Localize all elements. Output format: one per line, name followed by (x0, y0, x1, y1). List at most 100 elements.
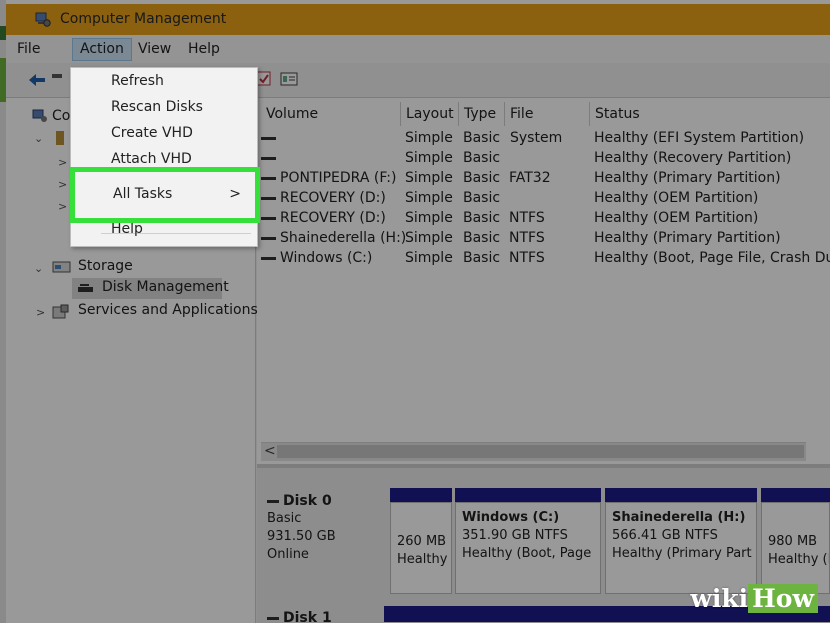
volume-icon (261, 216, 276, 220)
chevron-right-icon[interactable]: > (58, 156, 67, 169)
volume-status: Healthy (Primary Partition) (594, 230, 781, 246)
menu-item-help[interactable]: Help (111, 221, 143, 237)
partition-size: 351.90 GB NTFS (462, 528, 568, 543)
partition-windows[interactable]: Windows (C:) 351.90 GB NTFS Healthy (Boo… (455, 502, 601, 594)
chevron-right-icon[interactable]: > (36, 306, 45, 319)
disk-0-info[interactable]: Disk 0 Basic 931.50 GB Online (267, 492, 385, 564)
back-arrow-icon[interactable] (28, 73, 46, 87)
volume-icon (261, 176, 276, 180)
volume-icon (261, 156, 276, 160)
volume-layout: Simple (405, 190, 453, 206)
partition-size: 566.41 GB NTFS (612, 528, 718, 543)
horizontal-scrollbar[interactable]: < (261, 442, 806, 461)
disk-0-size: 931.50 GB (267, 529, 336, 544)
all-tasks-highlight[interactable]: All Tasks > (70, 167, 260, 223)
column-volume[interactable]: Volume (261, 102, 401, 126)
column-layout[interactable]: Layout (401, 102, 459, 126)
chevron-right-icon[interactable]: > (58, 178, 67, 191)
partition-status: Healthy (Boot, Page (462, 546, 592, 561)
tree-services[interactable]: Services and Applications (78, 302, 258, 318)
column-file-system[interactable]: File System (505, 102, 590, 146)
volume-name (261, 130, 280, 146)
table-row[interactable]: Simple Basic Healthy (EFI System Partiti… (257, 129, 830, 149)
window-title: Computer Management (60, 11, 227, 27)
chevron-right-icon[interactable]: > (58, 200, 67, 213)
volume-status: Healthy (EFI System Partition) (594, 130, 805, 146)
partition-0[interactable]: 260 MB Healthy (390, 502, 452, 594)
partition-bar (761, 488, 830, 502)
volume-status: Healthy (Recovery Partition) (594, 150, 792, 166)
disk-icon (267, 616, 279, 620)
volume-layout: Simple (405, 230, 453, 246)
partition-name: Windows (C:) (462, 510, 560, 525)
system-tools-icon (56, 131, 64, 145)
menu-item-rescan-disks[interactable]: Rescan Disks (111, 99, 203, 115)
menu-help[interactable]: Help (181, 39, 227, 60)
scrollbar-thumb[interactable] (277, 445, 804, 458)
table-row[interactable]: Shainederella (H:) Simple Basic NTFS Hea… (257, 229, 830, 249)
wikihow-watermark: wiki How (690, 584, 818, 613)
disk-0-state: Online (267, 547, 309, 562)
table-row[interactable]: RECOVERY (D:) Simple Basic NTFS Healthy … (257, 209, 830, 229)
watermark-wiki: wiki (690, 584, 749, 613)
partition-name: Shainederella (H:) (612, 510, 746, 525)
volume-layout: Simple (405, 130, 453, 146)
volume-icon (261, 256, 276, 260)
title-bar: Computer Management (6, 4, 830, 35)
disk-0-name: Disk 0 (267, 492, 385, 510)
volume-name (261, 150, 280, 166)
volume-fs: NTFS (509, 230, 545, 246)
computer-management-icon (35, 12, 51, 27)
scroll-left-icon[interactable]: < (264, 443, 276, 459)
volume-type: Basic (463, 210, 501, 226)
menu-view[interactable]: View (131, 39, 178, 60)
table-row[interactable]: Simple Basic Healthy (Recovery Partition… (257, 149, 830, 169)
partition-size: 980 MB (768, 534, 818, 549)
tree-disk-management-selected[interactable]: Disk Management (72, 278, 229, 299)
computer-management-tree-icon (32, 109, 47, 122)
volume-list: Volume Layout Type File System Status Si… (257, 98, 830, 464)
forward-arrow-icon[interactable] (52, 74, 62, 78)
menu-item-attach-vhd[interactable]: Attach VHD (111, 151, 192, 167)
table-row[interactable]: RECOVERY (D:) Simple Basic Healthy (OEM … (257, 189, 830, 209)
watermark-how: How (748, 584, 818, 613)
volume-icon (261, 136, 276, 140)
partition-bar (390, 488, 452, 502)
volume-type: Basic (463, 170, 501, 186)
partition-status: Healthy (397, 552, 448, 567)
partition-3[interactable]: 980 MB Healthy (I (761, 502, 830, 594)
table-row[interactable]: Windows (C:) Simple Basic NTFS Healthy (… (257, 249, 830, 269)
console-view-icon[interactable] (280, 71, 298, 87)
services-icon (52, 304, 69, 319)
column-status[interactable]: Status (590, 102, 830, 126)
menu-item-all-tasks[interactable]: All Tasks (113, 186, 172, 202)
chevron-down-icon[interactable]: ⌄ (34, 262, 43, 275)
tree-storage[interactable]: Storage (78, 258, 133, 274)
volume-name: RECOVERY (D:) (261, 190, 386, 206)
disk-1-info[interactable]: Disk 1 (267, 610, 332, 623)
menu-item-create-vhd[interactable]: Create VHD (111, 125, 193, 141)
table-row[interactable]: PONTIPEDRA (F:) Simple Basic FAT32 Healt… (257, 169, 830, 189)
menu-item-refresh[interactable]: Refresh (111, 73, 164, 89)
volume-type: Basic (463, 190, 501, 206)
volume-layout: Simple (405, 170, 453, 186)
chevron-down-icon[interactable]: ⌄ (34, 132, 43, 145)
properties-icon[interactable] (256, 71, 272, 87)
storage-icon (52, 261, 71, 273)
partition-bar (455, 488, 601, 502)
menu-file[interactable]: File (10, 39, 47, 60)
tree-root-label[interactable]: Co (52, 108, 70, 124)
volume-status: Healthy (Boot, Page File, Crash Dump (594, 250, 830, 266)
volume-type: Basic (463, 230, 501, 246)
column-type[interactable]: Type (459, 102, 505, 126)
partition-bar (605, 488, 757, 502)
volume-name: Shainederella (H:) (261, 230, 406, 246)
volume-type: Basic (463, 250, 501, 266)
partition-shainederella[interactable]: Shainederella (H:) 566.41 GB NTFS Health… (605, 502, 757, 594)
menu-action[interactable]: Action (72, 38, 132, 61)
volume-layout: Simple (405, 250, 453, 266)
tree-disk-management[interactable]: Disk Management (102, 279, 229, 295)
volume-status: Healthy (OEM Partition) (594, 190, 759, 206)
volume-type: Basic (463, 130, 501, 146)
volume-status: Healthy (OEM Partition) (594, 210, 759, 226)
